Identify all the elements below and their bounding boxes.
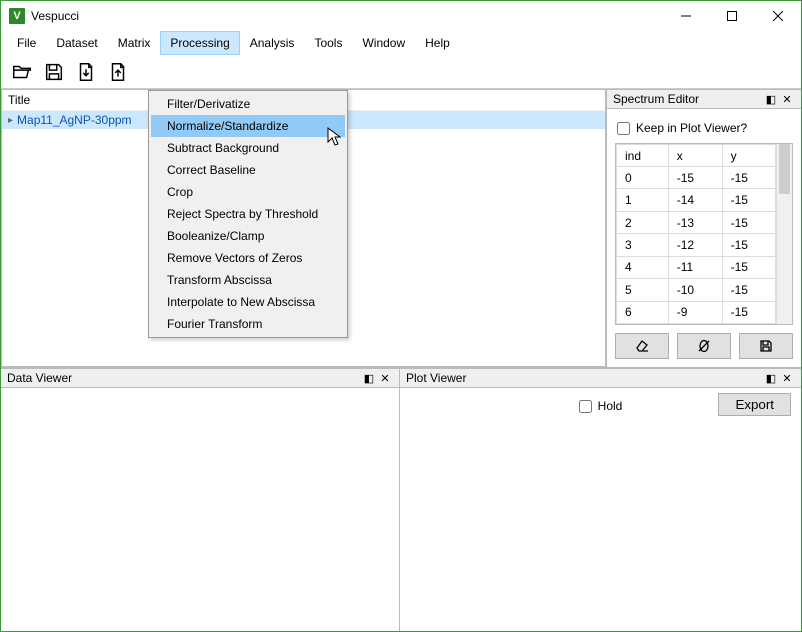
keep-in-plot-label: Keep in Plot Viewer?: [636, 121, 747, 135]
import-button[interactable]: [71, 58, 101, 86]
erase-button[interactable]: [615, 333, 669, 359]
table-cell[interactable]: -10: [668, 279, 722, 301]
menu-analysis[interactable]: Analysis: [240, 31, 305, 55]
table-cell[interactable]: -15: [722, 234, 776, 256]
save-button[interactable]: [39, 58, 69, 86]
table-cell[interactable]: -14: [668, 189, 722, 211]
table-scrollbar[interactable]: [776, 144, 792, 324]
tree-row-label: Map11_AgNP-30ppm: [17, 113, 132, 127]
expand-icon[interactable]: ▸: [8, 115, 13, 126]
column-header[interactable]: x: [668, 145, 722, 167]
menu-item[interactable]: Booleanize/Clamp: [151, 225, 345, 247]
plot-viewer-panel: Plot Viewer ◧ ✕ Hold Export: [399, 368, 801, 631]
table-cell[interactable]: -9: [668, 301, 722, 323]
panel-title: Spectrum Editor: [613, 92, 699, 106]
table-cell[interactable]: -15: [722, 189, 776, 211]
data-viewer-header: Data Viewer ◧ ✕: [1, 368, 399, 388]
undock-icon[interactable]: ◧: [763, 372, 779, 385]
table-row[interactable]: 1-14-15: [617, 189, 776, 211]
menu-dataset[interactable]: Dataset: [46, 31, 107, 55]
app-icon: V: [9, 8, 25, 24]
plot-viewer-header: Plot Viewer ◧ ✕: [400, 368, 801, 388]
menu-item[interactable]: Normalize/Standardize: [151, 115, 345, 137]
close-panel-icon[interactable]: ✕: [779, 93, 795, 106]
table-cell[interactable]: -15: [722, 301, 776, 323]
menu-item[interactable]: Reject Spectra by Threshold: [151, 203, 345, 225]
hold-label: Hold: [598, 399, 623, 413]
processing-menu-dropdown: Filter/DerivatizeNormalize/StandardizeSu…: [148, 90, 348, 338]
table-cell[interactable]: 3: [617, 234, 669, 256]
toolbar: [1, 55, 801, 89]
table-cell[interactable]: -15: [722, 256, 776, 278]
open-button[interactable]: [7, 58, 37, 86]
hold-checkbox[interactable]: [579, 400, 592, 413]
table-row[interactable]: 4-11-15: [617, 256, 776, 278]
table-row[interactable]: 3-12-15: [617, 234, 776, 256]
table-row[interactable]: 6-9-15: [617, 301, 776, 323]
null-button[interactable]: [677, 333, 731, 359]
menu-item[interactable]: Transform Abscissa: [151, 269, 345, 291]
data-viewer-panel: Data Viewer ◧ ✕: [1, 368, 399, 631]
spectrum-editor-panel: Spectrum Editor ◧ ✕ Keep in Plot Viewer?…: [606, 89, 801, 367]
menu-item[interactable]: Filter/Derivatize: [151, 93, 345, 115]
table-cell[interactable]: 4: [617, 256, 669, 278]
menu-item[interactable]: Correct Baseline: [151, 159, 345, 181]
menu-tools[interactable]: Tools: [304, 31, 352, 55]
table-cell[interactable]: -15: [668, 167, 722, 189]
table-cell[interactable]: 2: [617, 211, 669, 233]
table-cell[interactable]: -15: [722, 211, 776, 233]
keep-in-plot-checkbox[interactable]: [617, 122, 630, 135]
table-row[interactable]: 5-10-15: [617, 279, 776, 301]
export-button[interactable]: [103, 58, 133, 86]
dataset-tree[interactable]: Title ▸ Map11_AgNP-30ppm Filter/Derivati…: [1, 89, 606, 367]
panel-title: Data Viewer: [7, 371, 72, 385]
menu-matrix[interactable]: Matrix: [108, 31, 161, 55]
table-cell[interactable]: -13: [668, 211, 722, 233]
plot-viewer-body: Hold Export: [400, 388, 801, 631]
table-cell[interactable]: 0: [617, 167, 669, 189]
column-header[interactable]: y: [722, 145, 776, 167]
menu-help[interactable]: Help: [415, 31, 460, 55]
close-panel-icon[interactable]: ✕: [779, 372, 795, 385]
close-panel-icon[interactable]: ✕: [377, 372, 393, 385]
table-cell[interactable]: 6: [617, 301, 669, 323]
data-viewer-body: [1, 388, 399, 631]
menu-file[interactable]: File: [7, 31, 46, 55]
minimize-button[interactable]: [663, 1, 709, 31]
table-cell[interactable]: -11: [668, 256, 722, 278]
menu-bar: FileDatasetMatrixProcessingAnalysisTools…: [1, 31, 801, 55]
maximize-button[interactable]: [709, 1, 755, 31]
save-table-button[interactable]: [739, 333, 793, 359]
column-header[interactable]: ind: [617, 145, 669, 167]
table-cell[interactable]: -15: [722, 279, 776, 301]
title-bar: V Vespucci: [1, 1, 801, 31]
undock-icon[interactable]: ◧: [763, 93, 779, 106]
table-row[interactable]: 0-15-15: [617, 167, 776, 189]
table-cell[interactable]: -15: [722, 167, 776, 189]
table-cell[interactable]: -12: [668, 234, 722, 256]
menu-item[interactable]: Subtract Background: [151, 137, 345, 159]
menu-item[interactable]: Crop: [151, 181, 345, 203]
menu-item[interactable]: Remove Vectors of Zeros: [151, 247, 345, 269]
app-title: Vespucci: [31, 9, 79, 23]
spectrum-editor-header: Spectrum Editor ◧ ✕: [607, 89, 801, 109]
spectrum-table[interactable]: indxy 0-15-151-14-152-13-153-12-154-11-1…: [616, 144, 776, 324]
menu-item[interactable]: Interpolate to New Abscissa: [151, 291, 345, 313]
table-cell[interactable]: 1: [617, 189, 669, 211]
menu-window[interactable]: Window: [352, 31, 415, 55]
menu-item[interactable]: Fourier Transform: [151, 313, 345, 335]
scrollbar-thumb[interactable]: [779, 144, 790, 194]
close-button[interactable]: [755, 1, 801, 31]
export-button[interactable]: Export: [718, 393, 791, 416]
undock-icon[interactable]: ◧: [361, 372, 377, 385]
panel-title: Plot Viewer: [406, 371, 466, 385]
table-cell[interactable]: 5: [617, 279, 669, 301]
table-row[interactable]: 2-13-15: [617, 211, 776, 233]
menu-processing[interactable]: Processing: [160, 31, 239, 55]
